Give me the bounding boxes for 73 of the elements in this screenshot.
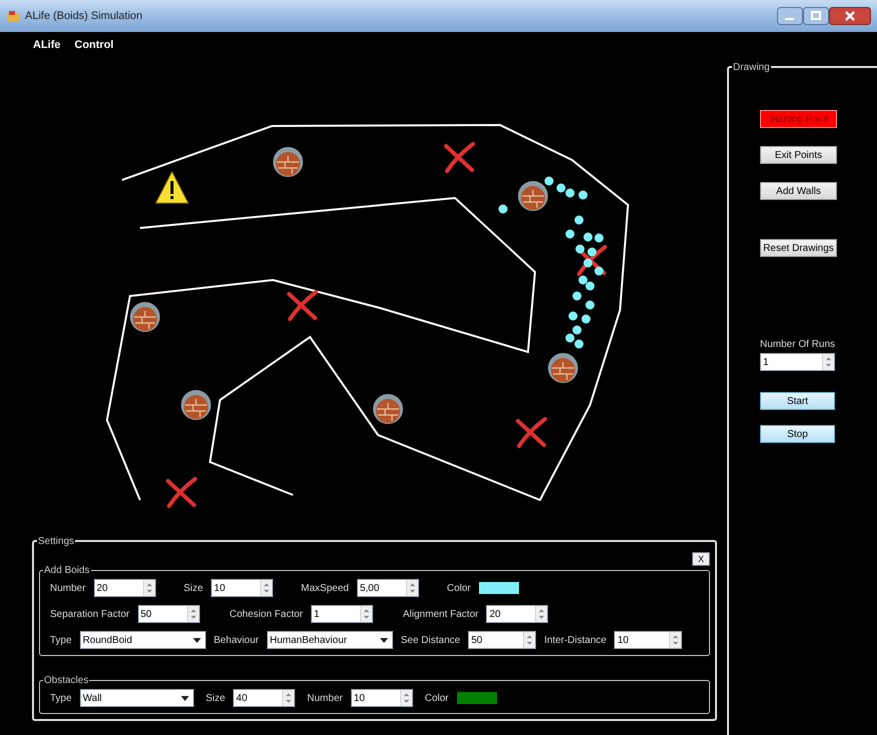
drawing-button[interactable]: Add Walls (760, 182, 837, 200)
x-mark-icon (576, 245, 607, 276)
spinner-arrows-icon[interactable] (400, 690, 412, 706)
field-label: Cohesion Factor (230, 608, 303, 622)
x-mark-icon (287, 290, 318, 321)
number-field[interactable]: 1 (760, 353, 835, 371)
drawing-button[interactable]: Reset Drawings (760, 239, 837, 257)
color-swatch[interactable] (478, 582, 519, 594)
field-label: Inter-Distance (544, 634, 606, 648)
number-field[interactable]: 10 (614, 631, 682, 649)
spinner-arrows-icon[interactable] (186, 606, 198, 622)
spinner-arrows-icon[interactable] (535, 606, 548, 622)
run-button[interactable]: Start (760, 392, 835, 410)
number-field[interactable]: 50 (138, 605, 200, 623)
caret-icon (192, 638, 201, 642)
number-field[interactable]: 5,00 (356, 579, 419, 597)
field-label: Number (50, 582, 86, 596)
window-title: ALife (Boids) Simulation (25, 8, 144, 24)
brick-icon (518, 181, 548, 211)
warning-icon (155, 170, 189, 204)
menu-item[interactable]: Control (74, 36, 114, 54)
dropdown[interactable]: Wall (80, 689, 194, 707)
field-label: Separation Factor (50, 608, 130, 622)
menu-item[interactable]: ALife (33, 36, 60, 54)
brick-icon (130, 302, 160, 332)
minimize-icon[interactable] (777, 7, 803, 25)
brick-icon (273, 147, 303, 177)
number-field[interactable]: 20 (94, 579, 156, 597)
app-icon (6, 10, 20, 22)
dropdown[interactable]: RoundBoid (80, 631, 206, 649)
number-field[interactable]: 20 (486, 605, 548, 623)
field-label: Type (50, 634, 72, 648)
drawing-button[interactable]: Exit Points (760, 146, 837, 164)
field-label: Size (206, 692, 226, 706)
close-button[interactable]: X (692, 552, 710, 566)
field-label: Color (424, 692, 449, 706)
caret-icon (180, 696, 189, 700)
close-icon[interactable] (829, 7, 871, 25)
spinner-arrows-icon[interactable] (142, 580, 155, 596)
brick-icon (373, 394, 403, 424)
maximize-icon[interactable] (803, 7, 829, 25)
spinner-arrows-icon[interactable] (260, 580, 272, 596)
field-label: Number (307, 692, 343, 706)
field-label: MaxSpeed (301, 582, 349, 596)
brick-icon (548, 353, 578, 383)
field-label: Alignment Factor (402, 608, 478, 622)
x-mark-icon (166, 477, 197, 508)
brick-icon (181, 390, 211, 420)
number-field[interactable]: 10 (211, 579, 274, 597)
spinner-arrows-icon[interactable] (523, 632, 536, 648)
run-button[interactable]: Stop (760, 425, 835, 443)
color-swatch[interactable] (456, 692, 497, 704)
field-label: Behaviour (214, 634, 259, 648)
field-label: Size (184, 582, 204, 596)
group-title: Drawing (732, 60, 771, 75)
spinner-arrows-icon[interactable] (282, 690, 294, 706)
spinner-arrows-icon[interactable] (406, 580, 418, 596)
field-label: Color (446, 582, 471, 596)
caret-icon (380, 638, 388, 642)
spinner-arrows-icon[interactable] (822, 354, 834, 370)
x-mark-icon (444, 142, 475, 173)
spinner-arrows-icon[interactable] (669, 632, 682, 648)
field-label: Number Of Runs (760, 338, 836, 352)
field-label: See Distance (400, 634, 460, 648)
number-field[interactable]: 40 (233, 689, 296, 707)
group-title: Settings (37, 534, 76, 549)
dropdown[interactable]: HumanBehaviour (266, 631, 393, 649)
number-field[interactable]: 1 (310, 605, 373, 623)
spinner-arrows-icon[interactable] (360, 606, 372, 622)
number-field[interactable]: 50 (468, 631, 536, 649)
field-label: Type (50, 692, 72, 706)
x-mark-icon (516, 417, 547, 448)
number-field[interactable]: 10 (350, 689, 413, 707)
